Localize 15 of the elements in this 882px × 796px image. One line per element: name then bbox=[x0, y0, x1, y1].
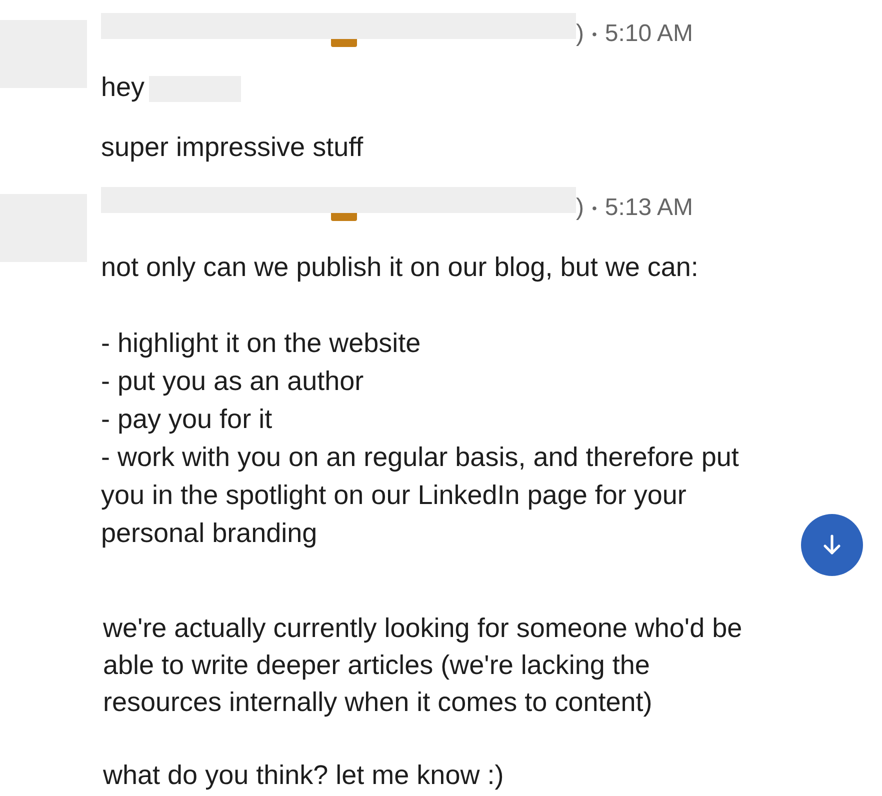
message-text: we're actually currently looking for someone who'd be able to write deeper articles (we're lacking the resources internally when it comes to content) bbox=[103, 612, 744, 719]
header-suffix: ) bbox=[576, 194, 584, 222]
message-text: hey bbox=[101, 71, 145, 104]
separator: • bbox=[592, 26, 597, 42]
timestamp: 5:13 AM bbox=[604, 194, 693, 222]
message-text: what do you think? let me know :) bbox=[103, 759, 504, 792]
message-text: - pay you for it bbox=[101, 403, 272, 436]
header-suffix: ) bbox=[576, 20, 584, 48]
message-text: - highlight it on the website bbox=[101, 327, 421, 360]
timestamp: 5:10 AM bbox=[604, 20, 693, 48]
message-text: - put you as an author bbox=[101, 365, 364, 398]
message-text: - work with you on an regular basis, and therefore put you in the spotlight on our LinkedIn page for your personal branding bbox=[101, 441, 740, 550]
separator: • bbox=[592, 200, 597, 216]
message-text: not only can we publish it on our blog, but we can: bbox=[101, 251, 698, 284]
message-text: super impressive stuff bbox=[101, 131, 364, 164]
